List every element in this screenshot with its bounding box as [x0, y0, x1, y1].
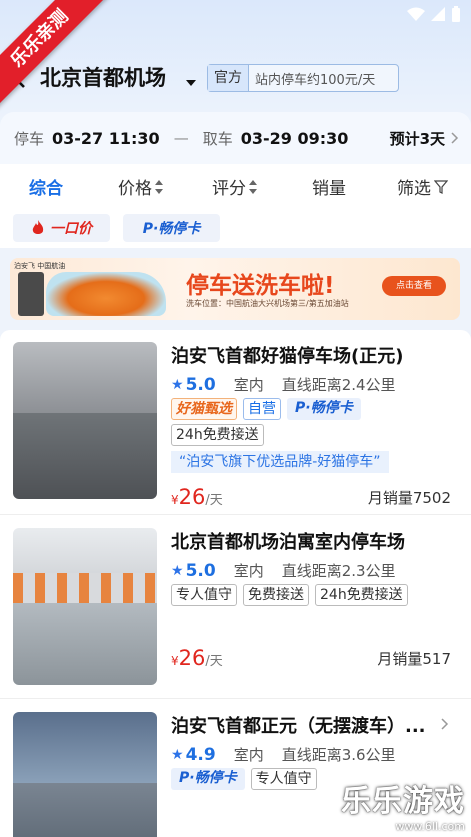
star-icon: ★ — [171, 376, 184, 393]
promo-location: 洗车位置：中国航油大兴机场第三/第五加油站 — [186, 299, 349, 308]
tag: 自营 — [243, 398, 281, 420]
star-icon: ★ — [171, 562, 184, 579]
daily-price: ¥26/天 — [171, 646, 223, 670]
monthly-sales: 月销量7502 — [367, 489, 451, 507]
price-value: 26 — [178, 485, 206, 509]
promo-headline: 停车送洗车啦! — [186, 273, 335, 299]
car-image — [46, 272, 166, 316]
airport-selector[interactable]: 北京首都机场 — [40, 62, 166, 92]
divider — [0, 698, 471, 699]
status-bar — [407, 6, 461, 22]
official-price-text: 站内停车约100元/天 — [255, 72, 376, 88]
tab-label: 价格 — [118, 179, 152, 199]
battery-icon — [452, 6, 460, 22]
chevron-down-icon[interactable] — [186, 80, 196, 86]
watermark-title: 乐乐游戏 — [341, 784, 465, 819]
sort-icon — [249, 179, 257, 194]
rating-score: 5.0 — [185, 374, 216, 395]
rating-score: 5.0 — [185, 560, 216, 581]
car-wash-promo-banner[interactable]: 泊安飞 中国航油 停车送洗车啦! 洗车位置：中国航油大兴机场第三/第五加油站 点… — [10, 258, 460, 320]
parking-list: 泊安飞首都好猫停车场(正元) ★ 5.0 室内 直线距离2.4公里 好猫甄选 自… — [0, 330, 471, 837]
pick-label: 取车 — [202, 129, 233, 148]
time-separator: — — [173, 129, 189, 147]
tab-sales[interactable]: 销量 — [312, 174, 346, 199]
fixed-price-chip[interactable]: 一口价 — [13, 214, 110, 242]
price-unit: /天 — [205, 493, 223, 508]
parking-name: 北京首都机场泊寓室内停车场 — [171, 532, 405, 553]
official-price-notice: 官方 站内停车约100元/天 — [207, 64, 399, 92]
tag: P·畅停卡 — [287, 398, 361, 420]
parking-meta: ★ 5.0 室内 直线距离2.3公里 — [171, 560, 396, 581]
watermark-url: www.6ll.com — [395, 820, 465, 833]
easy-card-chip[interactable]: P·畅停卡 — [123, 214, 220, 242]
parking-time-selector[interactable]: 停车 03-27 11:30 — 取车 03-29 09:30 预计3天 — [0, 112, 471, 164]
star-icon: ★ — [171, 746, 184, 763]
tab-rating[interactable]: 评分 — [212, 174, 257, 199]
daily-price: ¥26/天 — [171, 485, 223, 509]
currency-symbol: ¥ — [171, 654, 179, 668]
tab-label: 销量 — [312, 179, 346, 199]
parking-type: 室内 — [233, 562, 264, 580]
parking-meta: ★ 4.9 室内 直线距离3.6公里 — [171, 744, 396, 765]
tag: P·畅停卡 — [171, 768, 245, 790]
park-label: 停车 — [14, 129, 45, 148]
price-unit: /天 — [205, 654, 223, 669]
distance: 直线距离3.6公里 — [281, 746, 396, 764]
tag-row: P·畅停卡 专人值守 — [171, 768, 317, 790]
parking-type: 室内 — [233, 376, 264, 394]
price-value: 26 — [178, 646, 206, 670]
chevron-right-icon[interactable] — [451, 132, 459, 144]
tag: 免费接送 — [243, 584, 309, 606]
chip-label: P·畅停卡 — [142, 221, 201, 237]
monthly-sales: 月销量517 — [377, 650, 451, 668]
tab-filter[interactable]: 筛选 — [397, 174, 448, 199]
tag: 24h免费接送 — [171, 424, 264, 446]
distance: 直线距离2.4公里 — [281, 376, 396, 394]
filter-bar: 综合 价格 评分 销量 筛选 一口价 P·畅停卡 — [0, 164, 471, 248]
park-time[interactable]: 03-27 11:30 — [52, 129, 160, 148]
currency-symbol: ¥ — [171, 493, 179, 507]
divider — [0, 514, 471, 515]
partner-logos: 泊安飞 中国航油 — [14, 262, 66, 270]
tab-label: 综合 — [29, 179, 63, 199]
tag: 好猫甄选 — [171, 398, 237, 420]
parking-lot-photo — [13, 712, 157, 837]
parking-type: 室内 — [233, 746, 264, 764]
site-watermark: 乐乐游戏 www.6ll.com — [341, 776, 465, 833]
tag-row: 24h免费接送 — [171, 424, 264, 446]
tab-comprehensive[interactable]: 综合 — [29, 174, 63, 199]
rating-score: 4.9 — [185, 744, 216, 765]
flame-icon — [32, 220, 44, 234]
list-item[interactable]: 泊安飞首都好猫停车场(正元) ★ 5.0 室内 直线距离2.4公里 好猫甄选 自… — [0, 330, 471, 514]
tag: 专人值守 — [250, 768, 317, 790]
parking-lot-photo — [13, 528, 157, 685]
tab-label: 评分 — [212, 179, 246, 199]
tag-row: 专人值守 免费接送 24h免费接送 — [171, 584, 408, 606]
promo-view-button[interactable]: 点击查看 — [382, 276, 446, 296]
wifi-icon — [407, 7, 425, 21]
tag: 24h免费接送 — [315, 584, 408, 606]
title-row: 北京首都机场 官方 站内停车约100元/天 — [0, 58, 471, 98]
signal-icon — [431, 7, 445, 21]
tab-price[interactable]: 价格 — [118, 174, 163, 199]
chip-label: 一口价 — [50, 221, 92, 237]
sort-icon — [155, 179, 163, 194]
filter-funnel-icon — [434, 179, 448, 194]
tab-label: 筛选 — [397, 179, 431, 199]
distance: 直线距离2.3公里 — [281, 562, 396, 580]
car-wash-machine-image — [18, 272, 44, 316]
chevron-right-icon — [441, 718, 449, 730]
brand-slogan: “泊安飞旗下优选品牌-好猫停车” — [171, 451, 389, 473]
parking-name: 泊安飞首都好猫停车场(正元) — [171, 346, 404, 367]
tag-row: 好猫甄选 自营 P·畅停卡 — [171, 398, 361, 420]
parking-name: 泊安飞首都正元（无摆渡车）... — [171, 716, 426, 737]
parking-lot-photo — [13, 342, 157, 499]
tag: 专人值守 — [171, 584, 237, 606]
list-item[interactable]: 北京首都机场泊寓室内停车场 ★ 5.0 室内 直线距离2.3公里 专人值守 免费… — [0, 516, 471, 698]
pick-time[interactable]: 03-29 09:30 — [241, 129, 349, 148]
duration-estimate: 预计3天 — [389, 129, 445, 148]
parking-meta: ★ 5.0 室内 直线距离2.4公里 — [171, 374, 396, 395]
official-tag: 官方 — [208, 65, 249, 91]
